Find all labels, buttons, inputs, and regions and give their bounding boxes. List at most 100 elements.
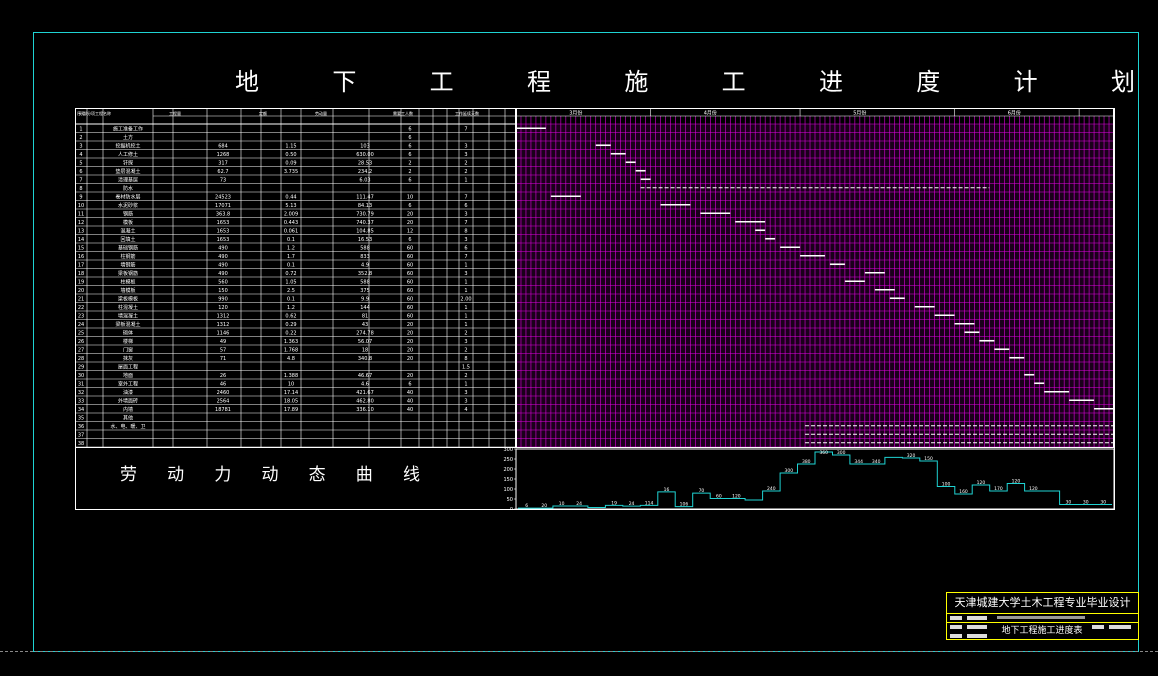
task-rate: 1.15 <box>285 144 296 150</box>
gantt-month-label: 6月份 <box>1008 110 1021 117</box>
curve-title-char: 曲 <box>355 465 373 485</box>
curve-value-label: 340 <box>872 459 881 465</box>
task-name: 施工准备工作 <box>113 126 143 133</box>
row-number: 30 <box>78 373 84 379</box>
task-name: 挖掘机挖土 <box>115 143 140 150</box>
task-quantity: 1312 <box>217 314 230 320</box>
curve-value-label: 360 <box>819 450 828 456</box>
task-days: 2 <box>464 161 467 167</box>
table-header-label: 定额 <box>259 110 267 116</box>
task-days: 3 <box>464 144 467 150</box>
task-workers: 6 <box>408 127 411 133</box>
task-name: 门窗 <box>123 347 133 354</box>
task-workers: 60 <box>407 305 413 311</box>
task-workers: 40 <box>407 399 413 405</box>
curve-value-label: 19 <box>611 500 617 506</box>
title-char: 地 <box>235 68 259 96</box>
task-rate: 1.7 <box>287 254 295 260</box>
row-number: 22 <box>78 305 84 311</box>
title-block-field <box>967 634 987 638</box>
task-rate: 17.14 <box>284 390 298 396</box>
curve-title-char: 力 <box>214 465 232 485</box>
task-days: 3 <box>464 339 467 345</box>
task-name: 墙钢筋 <box>120 262 135 269</box>
task-name: 室外工程 <box>118 381 138 388</box>
task-workers: 20 <box>407 220 413 226</box>
curve-title-char: 态 <box>308 465 326 485</box>
curve-value-label: 120 <box>732 494 741 500</box>
status-divider <box>0 651 1158 652</box>
task-days: 2 <box>464 331 467 337</box>
task-rate: 17.89 <box>284 407 298 413</box>
curve-value-label: 120 <box>977 480 986 486</box>
row-number: 24 <box>78 322 84 328</box>
curve-tick-label: 50 <box>507 497 513 503</box>
curve-value-label: 24 <box>629 501 635 507</box>
task-rate: 2.5 <box>287 288 295 294</box>
row-number: 23 <box>78 314 84 320</box>
curve-value-label: 20 <box>541 503 547 509</box>
curve-value-label: 150 <box>924 456 933 462</box>
curve-tick-label: 300 <box>503 448 513 453</box>
school-name: 天津城建大学土木工程专业毕业设计 <box>947 593 1138 614</box>
task-workers: 20 <box>407 348 413 354</box>
task-quantity: 1653 <box>217 237 230 243</box>
task-rate: 0.50 <box>285 152 296 158</box>
task-workers: 6 <box>408 203 411 209</box>
task-labor: 730.79 <box>356 212 374 218</box>
row-number: 13 <box>78 229 84 235</box>
task-rate: 0.72 <box>285 271 296 277</box>
task-quantity: 26 <box>220 373 226 379</box>
row-number: 27 <box>78 348 84 354</box>
task-workers: 40 <box>407 390 413 396</box>
task-quantity: 684 <box>218 144 228 150</box>
task-quantity: 317 <box>218 161 228 167</box>
task-days: 1 <box>464 263 467 269</box>
task-days: 2 <box>464 373 467 379</box>
task-labor: 375 <box>360 288 370 294</box>
row-number: 6 <box>79 169 82 175</box>
task-quantity: 490 <box>218 271 228 277</box>
task-workers: 6 <box>408 152 411 158</box>
task-days: 8 <box>464 229 467 235</box>
task-days: 1 <box>464 288 467 294</box>
task-days: 1 <box>464 314 467 320</box>
curve-value-label: 120 <box>1012 479 1021 485</box>
task-rate: 4.8 <box>287 356 295 362</box>
table-header-label: 工作延续天数 <box>455 110 479 116</box>
curve-value-label: 70 <box>699 488 705 494</box>
task-labor: 234.2 <box>358 169 372 175</box>
task-labor: 421.67 <box>356 390 374 396</box>
drawing-name: 地下工程施工进度表 <box>1001 626 1083 636</box>
task-workers: 40 <box>407 407 413 413</box>
task-name: 梁板混凝土 <box>115 321 140 328</box>
task-rate: 10 <box>288 382 294 388</box>
task-quantity: 490 <box>218 254 228 260</box>
task-days: 7 <box>464 195 467 201</box>
task-quantity: 1268 <box>217 152 230 158</box>
task-workers: 20 <box>407 331 413 337</box>
task-labor: 9.9 <box>361 297 369 303</box>
task-name: 地面 <box>123 372 133 379</box>
task-labor: 111.47 <box>356 195 374 201</box>
labor-curve-chart: 300 250 200 150 100 50 0 6 20 10 24 19 24 114 16 106 70 6… <box>503 448 1115 510</box>
task-labor: 588 <box>360 246 370 252</box>
task-labor: 84.13 <box>358 203 372 209</box>
task-rate: 0.09 <box>285 161 296 167</box>
task-quantity: 24523 <box>215 195 231 201</box>
task-quantity: 73 <box>220 178 226 184</box>
curve-tick-label: 200 <box>503 467 513 473</box>
task-workers: 60 <box>407 263 413 269</box>
task-workers: 20 <box>407 322 413 328</box>
task-name: 柱钢筋 <box>120 253 135 260</box>
title-char: 度 <box>916 68 941 96</box>
curve-title-char: 动 <box>261 465 279 485</box>
curve-tick-label: 0 <box>510 507 513 510</box>
task-name: 回填土 <box>120 236 135 243</box>
curve-value-label: 106 <box>680 502 689 508</box>
labor-curve-line <box>518 451 1112 509</box>
curve-value-label: 240 <box>767 486 776 492</box>
task-name: 外墙面砖 <box>118 398 138 405</box>
task-name: 抹灰 <box>123 355 133 362</box>
curve-value-label: 170 <box>994 486 1003 492</box>
